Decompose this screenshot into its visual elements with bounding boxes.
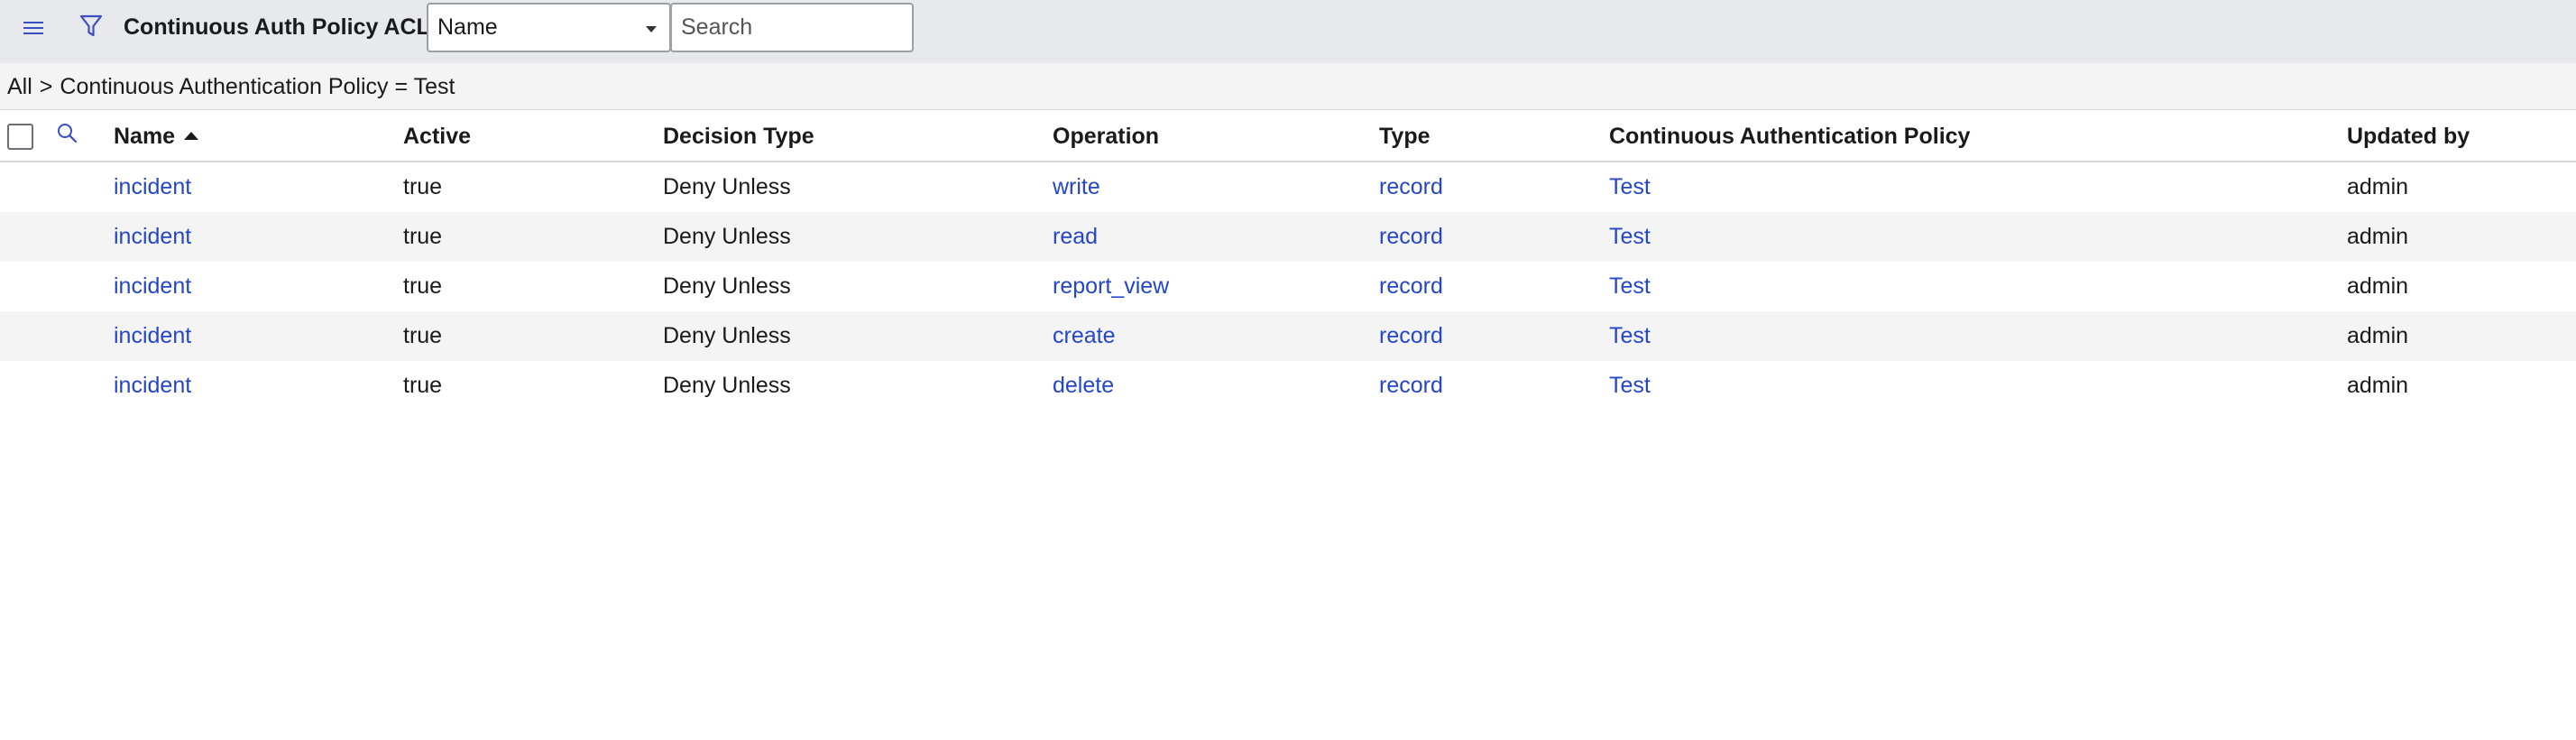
caret-down-icon <box>646 26 657 32</box>
search-field-select[interactable]: Name <box>427 3 671 52</box>
cell-active: true <box>403 323 443 348</box>
magnifier-search-icon-svg <box>58 124 78 143</box>
cell-decision-type: Deny Unless <box>663 174 791 199</box>
cell-name-link[interactable]: incident <box>114 321 191 350</box>
search-field-select-value: Name <box>437 14 498 40</box>
column-header-active[interactable]: Active <box>403 122 471 151</box>
search-input[interactable] <box>670 3 914 52</box>
cell-operation-link[interactable]: report_view <box>1053 272 1169 301</box>
cell-type-link[interactable]: record <box>1379 172 1443 201</box>
cell-decision-type: Deny Unless <box>663 273 791 299</box>
sort-ascending-arrow-icon <box>184 132 199 140</box>
hamburger-menu-icon-svg <box>23 22 43 34</box>
magnifier-search-icon[interactable] <box>56 122 81 147</box>
cell-policy-link[interactable]: Test <box>1609 371 1651 400</box>
column-header-decision-type[interactable]: Decision Type <box>663 122 814 151</box>
breadcrumb-separator: > <box>39 74 53 99</box>
list-header: Continuous Auth Policy ACLs Name <box>0 0 2576 63</box>
cell-operation-link[interactable]: write <box>1053 172 1100 201</box>
cell-active: true <box>403 224 443 249</box>
cell-operation-link[interactable]: delete <box>1053 371 1114 400</box>
column-header-type[interactable]: Type <box>1379 122 1431 151</box>
cell-type-link[interactable]: record <box>1379 321 1443 350</box>
column-header-updated-by[interactable]: Updated by <box>2347 122 2470 151</box>
cell-updated-by: admin <box>2347 323 2409 348</box>
table-row: incident true Deny Unless read record Te… <box>0 212 2576 262</box>
cell-updated-by: admin <box>2347 373 2409 398</box>
cell-policy-link[interactable]: Test <box>1609 172 1651 201</box>
cell-decision-type: Deny Unless <box>663 323 791 348</box>
table-row: incident true Deny Unless delete record … <box>0 361 2576 411</box>
breadcrumb-all[interactable]: All <box>7 74 32 99</box>
cell-decision-type: Deny Unless <box>663 373 791 398</box>
acl-list-table: Name Active Decision Type Operation Type… <box>0 110 2576 411</box>
filter-funnel-icon-svg <box>79 14 103 37</box>
cell-updated-by: admin <box>2347 273 2409 299</box>
cell-type-link[interactable]: record <box>1379 272 1443 301</box>
cell-active: true <box>403 174 443 199</box>
cell-policy-link[interactable]: Test <box>1609 321 1651 350</box>
cell-operation-link[interactable]: read <box>1053 222 1098 251</box>
cell-name-link[interactable]: incident <box>114 172 191 201</box>
cell-name-link[interactable]: incident <box>114 371 191 400</box>
table-row: incident true Deny Unless report_view re… <box>0 262 2576 311</box>
column-header-continuous-authentication-policy[interactable]: Continuous Authentication Policy <box>1609 122 1970 151</box>
table-row: incident true Deny Unless create record … <box>0 311 2576 361</box>
cell-decision-type: Deny Unless <box>663 224 791 249</box>
column-header-operation[interactable]: Operation <box>1053 122 1159 151</box>
column-header-name-label: Name <box>114 124 176 149</box>
cell-updated-by: admin <box>2347 174 2409 199</box>
filter-funnel-icon[interactable] <box>76 11 106 42</box>
cell-type-link[interactable]: record <box>1379 371 1443 400</box>
cell-active: true <box>403 273 443 299</box>
cell-type-link[interactable]: record <box>1379 222 1443 251</box>
table-header-row: Name Active Decision Type Operation Type… <box>0 110 2576 162</box>
breadcrumb-bar: All > Continuous Authentication Policy = T… <box>0 63 2576 110</box>
list-title: Continuous Auth Policy ACLs <box>124 14 443 40</box>
cell-policy-link[interactable]: Test <box>1609 222 1651 251</box>
select-all-checkbox[interactable] <box>7 124 33 150</box>
breadcrumb: All > Continuous Authentication Policy = T… <box>7 72 455 101</box>
hamburger-menu-icon[interactable] <box>20 14 47 42</box>
cell-updated-by: admin <box>2347 224 2409 249</box>
column-header-name[interactable]: Name <box>114 122 199 151</box>
cell-operation-link[interactable]: create <box>1053 321 1115 350</box>
cell-name-link[interactable]: incident <box>114 222 191 251</box>
cell-name-link[interactable]: incident <box>114 272 191 301</box>
cell-active: true <box>403 373 443 398</box>
breadcrumb-filter-condition[interactable]: Continuous Authentication Policy = Test <box>60 74 455 99</box>
table-row: incident true Deny Unless write record T… <box>0 162 2576 212</box>
cell-policy-link[interactable]: Test <box>1609 272 1651 301</box>
